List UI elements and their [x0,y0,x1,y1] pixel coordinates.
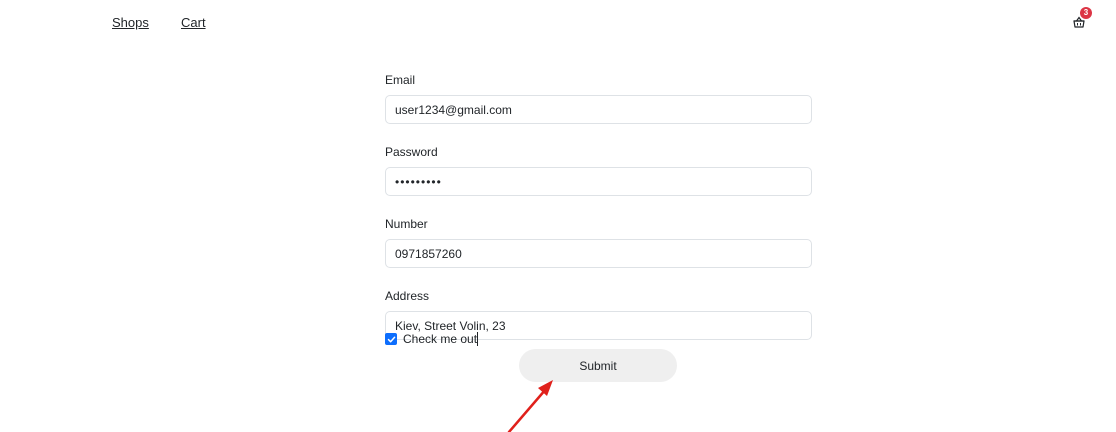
check-me-out-label[interactable]: Check me out [403,331,479,347]
email-label: Email [385,73,416,87]
submit-button[interactable]: Submit [519,349,677,382]
nav-link-shops[interactable]: Shops [112,15,149,30]
check-me-out-checkbox[interactable] [385,333,397,345]
check-me-out-text: Check me out [403,331,478,346]
text-cursor [477,332,479,347]
cart-count-badge: 3 [1080,7,1092,19]
address-label: Address [385,289,430,303]
password-field[interactable] [385,167,812,196]
page: Shops Cart 3 Email Password Number Addre… [0,0,1116,432]
number-field[interactable] [385,239,812,268]
checkmark-icon [387,336,395,342]
check-me-out-row: Check me out [385,331,479,347]
nav-link-cart[interactable]: Cart [181,15,206,30]
checkout-form: Email Password Number Address [385,72,812,360]
email-field[interactable] [385,95,812,124]
password-label: Password [385,145,438,159]
number-label: Number [385,217,428,231]
